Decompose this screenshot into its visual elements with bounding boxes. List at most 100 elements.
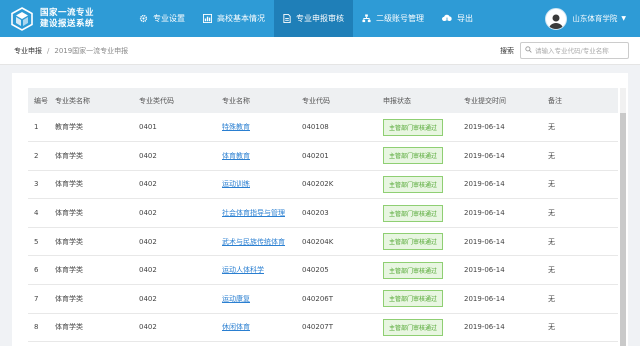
- column-header: 专业提交时间: [464, 88, 548, 113]
- search-input[interactable]: [535, 46, 628, 55]
- table-row: 1 教育学类 0401 特殊教育 040108 主管部门审核通过 2019-06-14 无: [28, 113, 618, 143]
- major-name-link[interactable]: 休闲体育: [222, 323, 250, 331]
- table-body: 1 教育学类 0401 特殊教育 040108 主管部门审核通过 2019-06-14 无 2 体…: [28, 113, 618, 343]
- user-name: 山东体育学院: [572, 14, 618, 23]
- table-cell: 运动康复: [222, 284, 302, 314]
- major-name-link[interactable]: 运动人体科学: [222, 266, 264, 274]
- major-name-link[interactable]: 特殊教育: [222, 123, 250, 131]
- table-cell: 0402: [139, 313, 222, 343]
- table-cell: 武术与民族传统体育: [222, 227, 302, 257]
- column-header: 专业类代码: [139, 88, 222, 113]
- nav-item-export[interactable]: 导出: [433, 0, 482, 37]
- nav-item-major-settings[interactable]: 专业设置: [130, 0, 194, 37]
- table-cell: 运动人体科学: [222, 255, 302, 286]
- table-cell: 主管部门审核通过: [383, 255, 464, 286]
- table-cell: 040201: [302, 141, 383, 171]
- status-badge: 主管部门审核通过: [383, 233, 444, 251]
- major-name-link[interactable]: 体育教育: [222, 152, 250, 160]
- table-cell: 0402: [139, 284, 222, 314]
- table-row: 8 体育学类 0402 休闲体育 040207T 主管部门审核通过 2019-06-14 无: [28, 313, 618, 343]
- nav-item-label: 导出: [457, 14, 473, 23]
- table-cell: 体育学类: [55, 198, 139, 228]
- table-cell: 社会体育指导与管理: [222, 198, 302, 228]
- app-logo[interactable]: 国家一流专业 建设报送系统: [0, 0, 130, 37]
- search-label: 搜索: [500, 47, 514, 55]
- nav-item-account-management[interactable]: 二级账号管理: [353, 0, 433, 37]
- table-cell: 2019-06-14: [464, 284, 548, 314]
- nav-item-label: 二级账号管理: [376, 14, 424, 23]
- table-cell: 体育学类: [55, 141, 139, 171]
- table-cell: 无: [548, 255, 618, 286]
- table-cell: 2019-06-14: [464, 113, 548, 143]
- table-cell: 体育学类: [55, 170, 139, 200]
- table-cell: 主管部门审核通过: [383, 227, 464, 257]
- table-row: 3 体育学类 0402 运动训练 040202K 主管部门审核通过 2019-06-14 无: [28, 170, 618, 200]
- major-name-link[interactable]: 运动训练: [222, 180, 250, 188]
- table-cell: 0402: [139, 227, 222, 257]
- app-title-line2: 建设报送系统: [40, 18, 95, 29]
- table-cell: 无: [548, 170, 618, 200]
- table-cell: 无: [548, 284, 618, 314]
- org-chart-icon: [362, 14, 371, 23]
- nav-item-school-info[interactable]: 高校基本情况: [194, 0, 274, 37]
- table-cell: 3: [28, 170, 55, 200]
- table-header-row: 编号 专业类名称 专业类代码 专业名称 专业代码 申报状态 专业提交时间 备注: [28, 88, 618, 113]
- caret-down-icon: ▼: [621, 15, 626, 22]
- column-header: 专业名称: [222, 88, 302, 113]
- major-name-link[interactable]: 运动康复: [222, 295, 250, 303]
- nav-item-label: 专业设置: [153, 14, 185, 23]
- breadcrumb-current: 2019国家一流专业申报: [54, 46, 129, 55]
- table-row: 5 体育学类 0402 武术与民族传统体育 040204K 主管部门审核通过 2019-06…: [28, 227, 618, 257]
- status-badge: 主管部门审核通过: [383, 147, 444, 165]
- table-cell: 040204K: [302, 227, 383, 257]
- status-badge: 主管部门审核通过: [383, 290, 444, 308]
- table-row: 2 体育学类 0402 体育教育 040201 主管部门审核通过 2019-06-14 无: [28, 141, 618, 171]
- status-badge: 主管部门审核通过: [383, 175, 444, 193]
- table-cell: 主管部门审核通过: [383, 284, 464, 314]
- table-cell: 无: [548, 198, 618, 228]
- table-cell: 0402: [139, 255, 222, 286]
- app-title: 国家一流专业 建设报送系统: [40, 8, 94, 30]
- column-header: 申报状态: [383, 88, 464, 113]
- breadcrumb-bar: 专业申报 / 2019国家一流专业申报 搜索: [0, 37, 640, 65]
- table-cell: 主管部门审核通过: [383, 198, 464, 228]
- scrollbar-thumb[interactable]: [620, 113, 626, 346]
- table-cell: 040202K: [302, 170, 383, 200]
- table-cell: 8: [28, 313, 55, 343]
- user-menu[interactable]: 山东体育学院 ▼: [545, 7, 640, 30]
- table-cell: 体育学类: [55, 227, 139, 257]
- status-badge: 主管部门审核通过: [383, 118, 444, 136]
- document-icon: [283, 14, 291, 23]
- table-cell: 无: [548, 227, 618, 257]
- cloud-download-icon: [442, 14, 452, 23]
- table-cell: 6: [28, 255, 55, 286]
- table-cell: 0402: [139, 170, 222, 200]
- table-cell: 040108: [302, 113, 383, 143]
- major-name-link[interactable]: 武术与民族传统体育: [222, 238, 285, 246]
- table-cell: 休闲体育: [222, 313, 302, 343]
- status-badge: 主管部门审核通过: [383, 318, 444, 336]
- nav-item-major-review[interactable]: 专业申报审核: [274, 0, 353, 37]
- search-box[interactable]: [520, 42, 629, 59]
- table-scrollbar[interactable]: [620, 88, 626, 346]
- table-row: 4 体育学类 0402 社会体育指导与管理 040203 主管部门审核通过 2019-06-…: [28, 198, 618, 228]
- status-badge: 主管部门审核通过: [383, 204, 444, 222]
- table-cell: 5: [28, 227, 55, 257]
- table-cell: 体育学类: [55, 284, 139, 314]
- breadcrumb-separator: /: [47, 46, 50, 55]
- table-cell: 040205: [302, 255, 383, 286]
- nav-item-label: 专业申报审核: [296, 14, 344, 23]
- nav-item-label: 高校基本情况: [217, 14, 265, 23]
- table-cell: 2019-06-14: [464, 141, 548, 171]
- app-title-line1: 国家一流专业: [40, 7, 95, 18]
- cube-logo-icon: [11, 6, 33, 31]
- table-cell: 2019-06-14: [464, 198, 548, 228]
- user-avatar-icon: [549, 14, 564, 29]
- content-panel: 编号 专业类名称 专业类代码 专业名称 专业代码 申报状态 专业提交时间 备注 …: [12, 73, 628, 346]
- breadcrumb-root[interactable]: 专业申报: [14, 46, 42, 56]
- table-cell: 2019-06-14: [464, 313, 548, 343]
- column-header: 编号: [28, 88, 55, 113]
- table-cell: 主管部门审核通过: [383, 141, 464, 171]
- major-name-link[interactable]: 社会体育指导与管理: [222, 209, 285, 217]
- major-table: 编号 专业类名称 专业类代码 专业名称 专业代码 申报状态 专业提交时间 备注 …: [28, 88, 618, 343]
